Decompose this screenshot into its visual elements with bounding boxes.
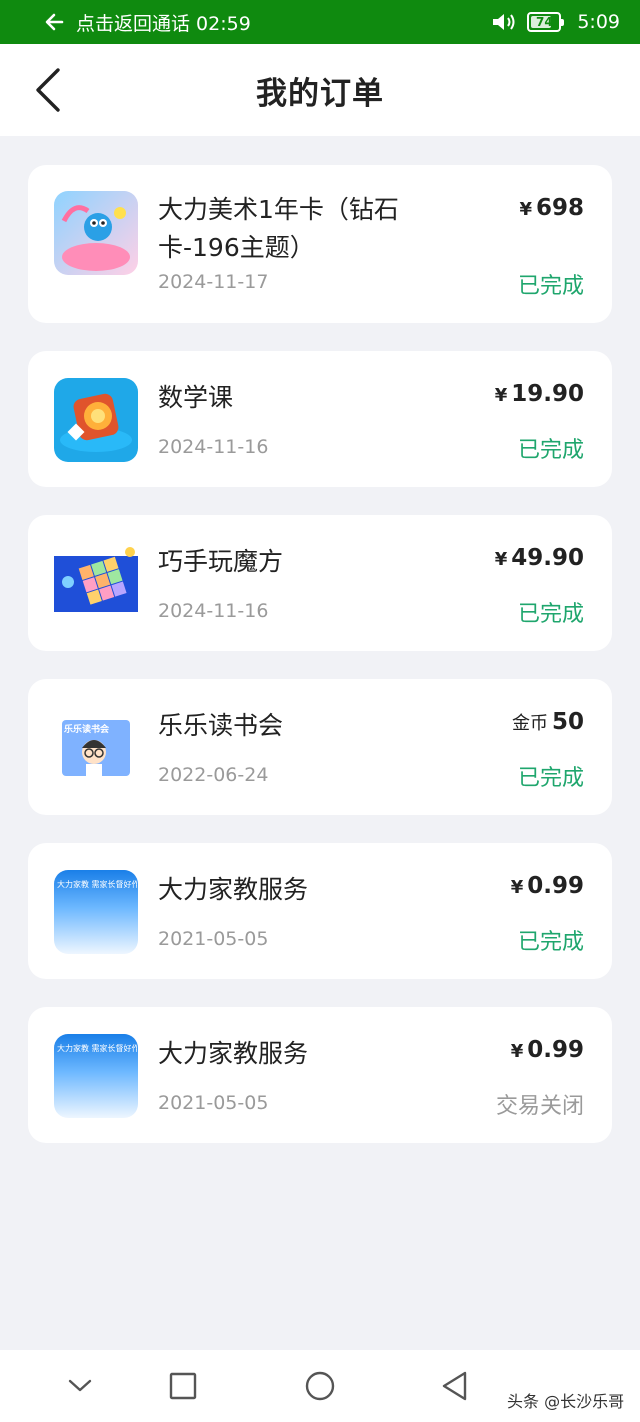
order-card[interactable]: 大力美术1年卡（钻石卡-196主题） 2024-11-17 ¥698 已完成 <box>28 165 612 323</box>
order-price: 金币 50 <box>512 709 584 735</box>
item-name: 大力美术1年卡（钻石卡-196主题） <box>158 195 399 262</box>
recent-apps-button[interactable] <box>163 1366 203 1406</box>
item-name: 大力家教服务 <box>158 875 309 904</box>
order-date: 2021-05-05 <box>158 928 269 950</box>
price-amount: 0.99 <box>527 1037 584 1063</box>
order-card[interactable]: 大力家教 需家长督好作业 大力家教服务 2021-05-05 ¥0.99 交易关… <box>28 1007 612 1143</box>
volume-icon <box>493 14 515 30</box>
tutoring-banner-text: 大力家教 需家长督好作业 <box>57 880 137 889</box>
order-price: ¥19.90 <box>495 381 584 407</box>
order-card[interactable]: 大力家教 需家长督好作业 大力家教服务 2021-05-05 ¥0.99 已完成 <box>28 843 612 979</box>
order-status: 已完成 <box>517 766 584 791</box>
battery-icon: 74 <box>527 12 565 32</box>
clock: 5:09 <box>577 11 620 33</box>
currency-symbol: 金币 <box>511 713 548 734</box>
page-header: 我的订单 <box>0 44 640 136</box>
status-icons: 74 5:09 <box>491 11 620 33</box>
order-date: 2024-11-16 <box>158 436 269 458</box>
price-amount: 50 <box>551 709 584 735</box>
item-name: 巧手玩魔方 <box>158 547 284 576</box>
watermark: 头条 @长沙乐哥 <box>507 1392 625 1411</box>
price-amount: 0.99 <box>527 873 584 899</box>
math-course-icon <box>54 378 138 462</box>
tutoring-service-icon: 大力家教 需家长督好作业 <box>54 1034 138 1118</box>
rubiks-cube-icon <box>54 542 138 626</box>
reading-club-cover: 乐乐读书会 <box>62 720 130 776</box>
status-bar[interactable]: 点击返回通话 02:59 74 5:09 <box>0 0 640 44</box>
order-date: 2021-05-05 <box>158 1092 269 1114</box>
back-button[interactable] <box>28 66 68 114</box>
back-nav-button[interactable] <box>435 1366 475 1406</box>
page-title: 我的订单 <box>256 75 384 112</box>
order-price: ¥0.99 <box>511 873 584 899</box>
return-to-call-text[interactable]: 点击返回通话 02:59 <box>76 9 251 36</box>
order-card[interactable]: 巧手玩魔方 2024-11-16 ¥49.90 已完成 <box>28 515 612 651</box>
tutoring-service-icon: 大力家教 需家长督好作业 <box>54 870 138 954</box>
tutoring-banner-text: 大力家教 需家长督好作业 <box>57 1044 137 1053</box>
item-name: 数学课 <box>158 383 234 412</box>
currency-symbol: ¥ <box>494 385 508 406</box>
currency-symbol: ¥ <box>510 1041 524 1062</box>
order-price: ¥698 <box>519 195 584 221</box>
price-amount: 19.90 <box>511 381 584 407</box>
order-status: 交易关闭 <box>495 1094 584 1119</box>
order-card[interactable]: 乐乐读书会 乐乐读书会 2022-06-24 金币 50 已完成 <box>28 679 612 815</box>
item-name: 大力家教服务 <box>158 1039 309 1068</box>
reading-club-icon: 乐乐读书会 <box>54 706 138 790</box>
price-amount: 698 <box>535 195 584 221</box>
currency-symbol: ¥ <box>519 199 532 220</box>
order-status: 已完成 <box>517 602 584 627</box>
order-date: 2022-06-24 <box>158 764 269 786</box>
order-price: ¥49.90 <box>495 545 584 571</box>
art-course-icon <box>54 191 138 275</box>
home-button[interactable] <box>300 1366 340 1406</box>
order-status: 已完成 <box>517 930 584 955</box>
currency-symbol: ¥ <box>510 877 524 898</box>
chevron-down-icon[interactable] <box>60 1366 100 1406</box>
order-date: 2024-11-16 <box>158 600 269 622</box>
order-date: 2024-11-17 <box>158 271 269 293</box>
order-status: 已完成 <box>517 274 584 299</box>
price-amount: 49.90 <box>511 545 584 571</box>
currency-symbol: ¥ <box>494 549 508 570</box>
order-status: 已完成 <box>517 438 584 463</box>
return-call-arrow-icon[interactable] <box>44 11 64 33</box>
order-card[interactable]: 数学课 2024-11-16 ¥19.90 已完成 <box>28 351 612 487</box>
item-name: 乐乐读书会 <box>158 711 284 740</box>
order-price: ¥0.99 <box>511 1037 584 1063</box>
